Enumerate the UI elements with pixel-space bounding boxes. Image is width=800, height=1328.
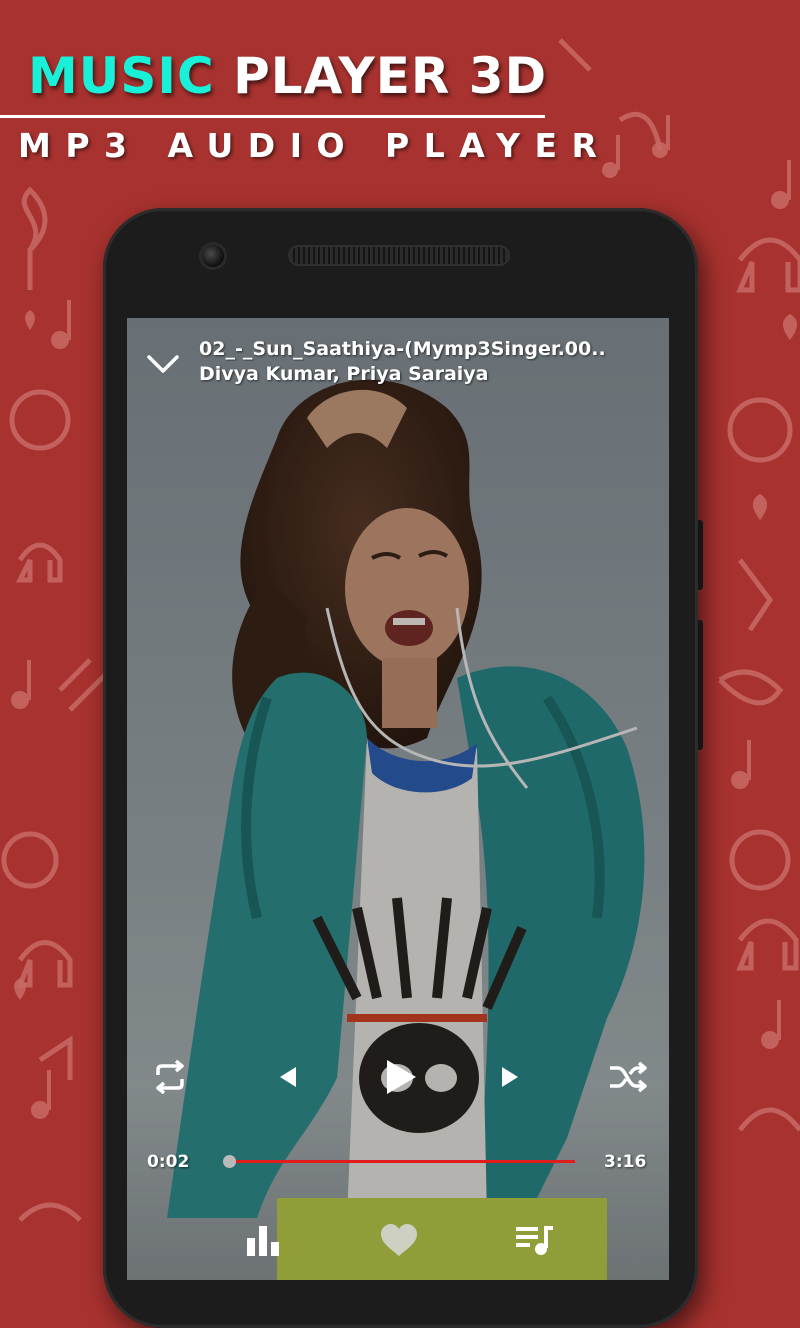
next-button[interactable] <box>497 1062 523 1092</box>
banner-title-rest: PLAYER 3D <box>233 47 548 105</box>
play-button[interactable] <box>381 1056 421 1098</box>
shuffle-icon <box>610 1061 647 1093</box>
total-duration: 3:16 <box>604 1152 647 1172</box>
chevron-down-icon <box>147 355 179 373</box>
banner-subtitle: MP3 AUDIO PLAYER <box>18 126 612 165</box>
equalizer-button[interactable] <box>241 1218 285 1262</box>
seek-bar-fill <box>228 1160 575 1163</box>
seek-bar-thumb[interactable] <box>222 1155 236 1168</box>
shuffle-button[interactable] <box>605 1056 651 1098</box>
banner-title: MUSIC PLAYER 3D <box>28 46 547 106</box>
player-screen: 02_-_Sun_Saathiya-(Mymp3Singer.00.. Divy… <box>127 318 669 1280</box>
previous-icon <box>280 1067 296 1087</box>
next-icon <box>502 1067 518 1087</box>
song-artist: Divya Kumar, Priya Saraiya <box>199 363 489 385</box>
collapse-button[interactable] <box>143 344 183 384</box>
elapsed-time: 0:02 <box>147 1152 190 1172</box>
banner-title-accent: MUSIC <box>28 47 215 105</box>
previous-button[interactable] <box>275 1062 301 1092</box>
favorite-button[interactable] <box>377 1218 421 1262</box>
artwork-dim-overlay <box>127 318 669 1280</box>
heart-icon <box>381 1224 417 1256</box>
song-title: 02_-_Sun_Saathiya-(Mymp3Singer.00.. <box>199 338 606 360</box>
front-camera <box>202 245 224 267</box>
seek-bar[interactable] <box>222 1155 575 1168</box>
banner-divider <box>0 115 545 118</box>
queue-music-icon <box>516 1226 553 1255</box>
playlist-button[interactable] <box>511 1218 557 1262</box>
repeat-icon <box>156 1060 184 1094</box>
repeat-button[interactable] <box>149 1056 191 1098</box>
equalizer-icon <box>247 1226 279 1256</box>
phone-speaker <box>290 247 508 264</box>
play-icon <box>387 1060 416 1094</box>
